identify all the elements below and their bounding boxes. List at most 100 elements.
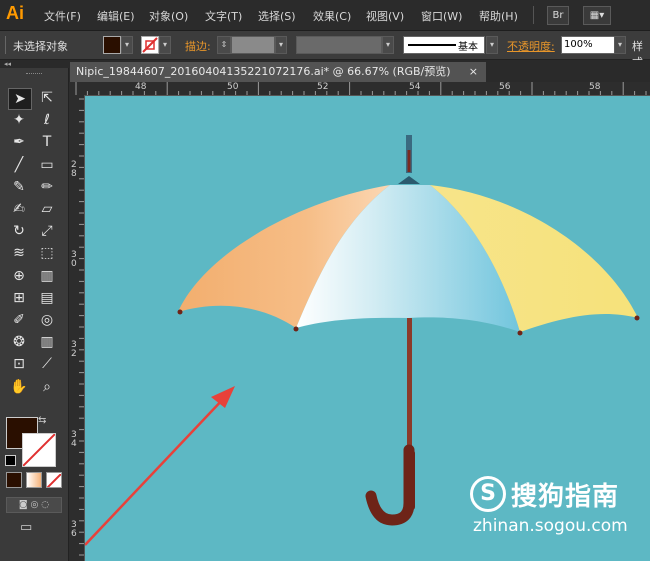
stroke-weight-dropdown[interactable]: ▾	[275, 36, 287, 54]
slice-icon[interactable]: ⟋	[36, 354, 58, 374]
menu-edit[interactable]: 编辑(E)	[97, 8, 135, 24]
magic-wand-icon[interactable]: ✦	[8, 110, 30, 130]
close-icon[interactable]: ×	[469, 62, 478, 82]
pencil-icon[interactable]: ✏	[36, 177, 58, 197]
bridge-button[interactable]: Br	[547, 6, 569, 25]
no-stroke-icon	[142, 37, 158, 53]
scale-icon[interactable]: ⤢	[36, 221, 58, 241]
rib-tip	[293, 326, 299, 332]
watermark-brand: 搜狗指南	[511, 482, 620, 512]
color-mode-button[interactable]	[6, 472, 22, 488]
annotation-arrow	[85, 395, 227, 546]
menu-file[interactable]: 文件(F)	[44, 8, 81, 24]
selection-icon[interactable]: ➤	[8, 88, 32, 110]
direct-selection-icon[interactable]: ⇱	[36, 88, 58, 108]
eyedropper-icon[interactable]: ✐	[8, 310, 30, 330]
umbrella-grip	[404, 450, 415, 510]
vertical-ruler[interactable]: 2 8 3 0 3 2 3 4 3 6	[69, 95, 85, 561]
toolbar-collapse[interactable]: ◂◂	[0, 60, 72, 68]
menu-bar: Ai 文件(F) 编辑(E) 对象(O) 文字(T) 选择(S) 效果(C) 视…	[0, 0, 650, 31]
stroke-weight-input[interactable]	[231, 36, 275, 54]
menu-effect[interactable]: 效果(C)	[313, 8, 351, 24]
menu-select[interactable]: 选择(S)	[258, 8, 296, 24]
stroke-weight-stepper[interactable]: ⇕	[217, 36, 231, 54]
opacity-label[interactable]: 不透明度:	[507, 38, 555, 54]
document-tab[interactable]: Nipic_19844607_20160404135221072176.ai* …	[70, 62, 486, 82]
swap-fill-stroke-icon[interactable]: ⇆	[38, 415, 46, 426]
drawing-modes[interactable]: ◙ ◎ ◌	[6, 497, 62, 513]
menu-type[interactable]: 文字(T)	[205, 8, 242, 24]
workspace-switcher-button[interactable]: ▦▾	[583, 6, 611, 25]
line-icon[interactable]: ╱	[8, 155, 30, 175]
watermark-url: zhinan.sogou.com	[473, 516, 628, 536]
default-colors-icon[interactable]	[5, 455, 16, 466]
ruler-label: 3 6	[71, 520, 77, 539]
screen-mode-icon[interactable]: ▭	[20, 520, 42, 536]
ruler-ticks	[75, 82, 647, 95]
hand-icon[interactable]: ✋	[8, 377, 30, 397]
stroke-swatch[interactable]	[141, 36, 159, 54]
eraser-icon[interactable]: ▱	[36, 199, 58, 219]
ruler-label: 50	[227, 82, 239, 92]
menu-object[interactable]: 对象(O)	[149, 8, 188, 24]
free-transform-icon[interactable]: ⬚	[36, 243, 58, 263]
graph-icon[interactable]: ▥	[36, 266, 58, 286]
rib-tip	[177, 309, 183, 315]
sogou-logo-icon: S	[470, 476, 506, 512]
lasso-icon[interactable]: ℓ	[36, 110, 58, 130]
ruler-label: 3 0	[71, 250, 77, 269]
mesh-icon[interactable]: ⊞	[8, 288, 30, 308]
ruler-label: 58	[589, 82, 601, 92]
blob-brush-icon[interactable]: ✍	[8, 199, 30, 219]
rib-tip	[634, 315, 640, 321]
none-icon	[47, 473, 61, 487]
selection-status: 未选择对象	[13, 40, 68, 53]
pen-icon[interactable]: ✒	[8, 132, 30, 152]
menu-separator	[533, 6, 534, 24]
app-logo: Ai	[6, 3, 24, 23]
blend-icon[interactable]: ◎	[36, 310, 58, 330]
brush-stroke-preview	[408, 44, 456, 46]
symbol-sprayer-icon[interactable]: ❂	[8, 332, 30, 352]
artboard-icon[interactable]: ⊡	[8, 354, 30, 374]
rectangle-icon[interactable]: ▭	[36, 155, 58, 175]
grip-icon	[5, 36, 6, 54]
fill-swatch[interactable]	[103, 36, 121, 54]
stroke-color-box[interactable]	[22, 433, 56, 467]
control-bar: 未选择对象 ▾ ▾ 描边: ⇕ ▾ ▾ 基本 ▾ 不透明度: 100% ▾ 样式	[0, 31, 650, 69]
gradient-icon[interactable]: ▤	[36, 288, 58, 308]
fill-dropdown[interactable]: ▾	[121, 36, 133, 54]
stroke-label[interactable]: 描边:	[185, 38, 211, 54]
menu-help[interactable]: 帮助(H)	[479, 8, 518, 24]
arrow-head	[211, 386, 235, 408]
rib-tip	[517, 330, 523, 336]
none-mode-button[interactable]	[46, 472, 62, 488]
brush-definition[interactable]: 基本	[403, 36, 485, 54]
paintbrush-icon[interactable]: ✎	[8, 177, 30, 197]
brush-dropdown[interactable]: ▾	[486, 36, 498, 54]
rotate-icon[interactable]: ↻	[8, 221, 30, 241]
menu-view[interactable]: 视图(V)	[366, 8, 404, 24]
zoom-icon[interactable]: ⌕	[36, 377, 58, 397]
document-tab-bar: Nipic_19844607_20160404135221072176.ai* …	[69, 60, 650, 82]
umbrella-tip-band	[407, 150, 411, 172]
opacity-dropdown[interactable]: ▾	[614, 36, 626, 54]
opacity-input[interactable]: 100%	[561, 36, 615, 54]
ruler-label: 54	[409, 82, 421, 92]
document-title: Nipic_19844607_20160404135221072176.ai* …	[76, 65, 451, 78]
stroke-dropdown[interactable]: ▾	[159, 36, 171, 54]
shape-builder-icon[interactable]: ⊕	[8, 266, 30, 286]
ruler-label: 2 8	[71, 160, 77, 179]
brush-name: 基本	[458, 42, 478, 53]
column-graph-icon[interactable]: ▥	[36, 332, 58, 352]
gradient-mode-button[interactable]	[26, 472, 42, 488]
tools-panel: ◂◂ ➤ ⇱ ✦ ℓ ✒ T ╱ ▭ ✎ ✏ ✍ ▱ ↻ ⤢ ≋ ⬚ ⊕ ▥ ⊞ ▤ ✐ ◎ ❂ ▥ ⊡ ⟋ ✋ ⌕ ⇆ ◙ ◎ ◌ …	[0, 60, 72, 561]
menu-window[interactable]: 窗口(W)	[421, 8, 462, 24]
warp-icon[interactable]: ≋	[8, 243, 30, 263]
variable-width-profile[interactable]	[296, 36, 382, 54]
type-icon[interactable]: T	[36, 132, 58, 152]
profile-dropdown[interactable]: ▾	[382, 36, 394, 54]
horizontal-ruler[interactable]: 48 50 52 54 56 58	[69, 82, 650, 96]
artboard-canvas[interactable]: S 搜狗指南 zhinan.sogou.com	[85, 96, 650, 561]
ruler-label: 56	[499, 82, 511, 92]
